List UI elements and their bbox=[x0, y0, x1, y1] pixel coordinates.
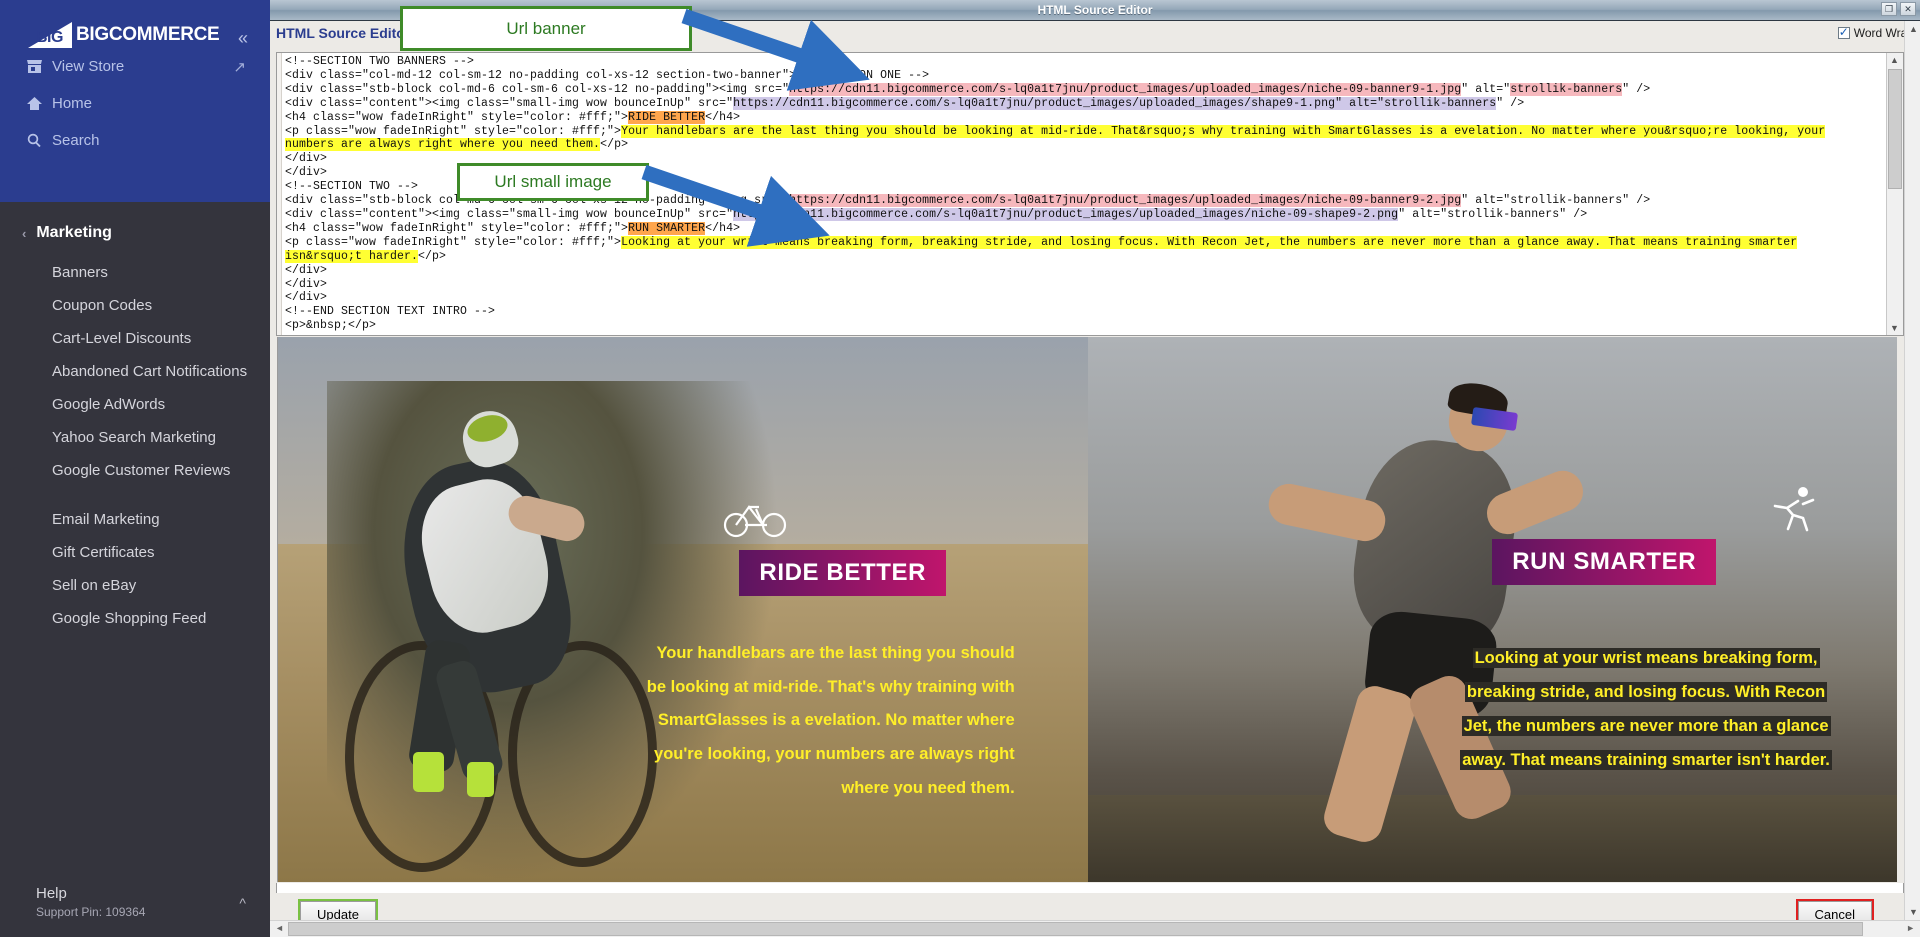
rendered-preview: RIDE BETTER Your handlebars are the last… bbox=[277, 337, 1897, 882]
annotation-url-banner-label: Url banner bbox=[506, 18, 586, 38]
help-panel[interactable]: Help Support Pin: 109364 ^ bbox=[0, 871, 270, 937]
annotation-url-small-image-label: Url small image bbox=[494, 172, 612, 191]
chevron-left-icon: ‹ bbox=[22, 225, 27, 241]
help-title: Help bbox=[36, 885, 67, 902]
hscroll-thumb[interactable] bbox=[288, 922, 1863, 936]
sidebar-item-search[interactable]: Search bbox=[0, 122, 270, 159]
annotation-arrow-banner bbox=[680, 8, 880, 91]
close-button[interactable]: ✕ bbox=[1900, 2, 1916, 16]
external-link-icon: ↗ bbox=[233, 58, 246, 76]
sidebar-item-email-marketing[interactable]: Email Marketing bbox=[0, 503, 270, 536]
preview-left-line-2: be looking at mid-ride. That's why train… bbox=[646, 677, 1015, 696]
store-icon bbox=[26, 59, 52, 74]
sidebar: BIG BIGCOMMERCE « View Store ↗ Home Sear… bbox=[0, 0, 270, 937]
brand-logo[interactable]: BIG BIGCOMMERCE bbox=[0, 0, 270, 48]
sidebar-item-abandoned-cart-notifications[interactable]: Abandoned Cart Notifications bbox=[0, 355, 270, 388]
cyclist-sock-front bbox=[412, 751, 445, 792]
annotation-arrow-small-image bbox=[640, 164, 840, 247]
editor-gutter bbox=[277, 53, 282, 335]
word-wrap-checkbox[interactable] bbox=[1837, 25, 1850, 39]
badge-ride-better: RIDE BETTER bbox=[739, 549, 947, 596]
preview-right-line-1: Looking at your wrist means breaking for… bbox=[1472, 648, 1820, 669]
sidebar-collapse-icon[interactable]: « bbox=[238, 28, 248, 49]
window-scroll-up-arrow[interactable]: ▲ bbox=[1909, 24, 1918, 34]
support-pin: Support Pin: 109364 bbox=[36, 905, 146, 919]
chevron-up-icon[interactable]: ^ bbox=[239, 895, 246, 911]
cyclist-sock-back bbox=[467, 761, 495, 797]
bicycle-icon bbox=[723, 495, 787, 549]
sidebar-item-home[interactable]: Home bbox=[0, 85, 270, 122]
cyclist-figure bbox=[326, 380, 780, 882]
sidebar-item-yahoo-search-marketing[interactable]: Yahoo Search Marketing bbox=[0, 421, 270, 454]
preview-right-line-2: breaking stride, and losing focus. With … bbox=[1464, 682, 1828, 702]
code-vertical-scrollbar[interactable]: ▲ ▼ bbox=[1886, 53, 1903, 335]
sidebar-item-sell-on-ebay[interactable]: Sell on eBay bbox=[0, 569, 270, 602]
word-wrap-toggle[interactable]: Word Wrap bbox=[1837, 25, 1914, 40]
html-source-editor-window: HTML Source Editor ❐ ✕ HTML Source Edito… bbox=[270, 0, 1920, 937]
scroll-down-arrow[interactable]: ▼ bbox=[1890, 323, 1899, 333]
window-scroll-down-arrow[interactable]: ▼ bbox=[1909, 907, 1918, 917]
scroll-up-arrow[interactable]: ▲ bbox=[1890, 55, 1899, 65]
runner-figure bbox=[1249, 359, 1702, 871]
sidebar-divider bbox=[0, 487, 270, 503]
sidebar-item-gift-certificates[interactable]: Gift Certificates bbox=[0, 536, 270, 569]
preview-left-line-3: SmartGlasses is a evelation. No matter w… bbox=[657, 711, 1015, 730]
sidebar-section-title: Marketing bbox=[36, 224, 112, 241]
sidebar-item-view-store[interactable]: View Store ↗ bbox=[0, 48, 270, 85]
preview-right-line-3: Jet, the numbers are never more than a g… bbox=[1461, 715, 1831, 736]
badge-run-smarter: RUN SMARTER bbox=[1492, 538, 1717, 585]
restore-button[interactable]: ❐ bbox=[1881, 2, 1897, 16]
sidebar-item-google-shopping-feed[interactable]: Google Shopping Feed bbox=[0, 602, 270, 635]
editor-label: HTML Source Editor bbox=[276, 25, 411, 41]
hscroll-right-arrow[interactable]: ► bbox=[1906, 923, 1915, 933]
sidebar-label-home: Home bbox=[52, 95, 93, 112]
logo-big-text: BIG bbox=[36, 29, 63, 46]
window-horizontal-scrollbar[interactable]: ◄ ► bbox=[270, 920, 1920, 937]
runner-leg-front bbox=[1320, 681, 1420, 846]
bigcommerce-logo-icon: BIG bbox=[28, 22, 72, 48]
sidebar-item-google-adwords[interactable]: Google AdWords bbox=[0, 388, 270, 421]
sidebar-label-search: Search bbox=[52, 132, 100, 149]
home-icon bbox=[26, 96, 52, 111]
annotation-url-banner: Url banner bbox=[400, 6, 692, 51]
annotation-url-small-image: Url small image bbox=[457, 163, 649, 201]
window-controls: ❐ ✕ bbox=[1881, 2, 1916, 16]
preview-banner-left: RIDE BETTER Your handlebars are the last… bbox=[278, 337, 1088, 882]
window-vertical-scrollbar[interactable]: ▲ ▼ bbox=[1904, 21, 1920, 920]
sidebar-section-header[interactable]: ‹ Marketing bbox=[0, 224, 270, 242]
sidebar-item-banners[interactable]: Banners bbox=[0, 256, 270, 289]
preview-right-line-4: away. That means training smarter isn't … bbox=[1460, 749, 1832, 770]
sidebar-item-coupon-codes[interactable]: Coupon Codes bbox=[0, 289, 270, 322]
sidebar-label-view-store: View Store bbox=[52, 58, 125, 75]
sidebar-section-marketing: ‹ Marketing Banners Coupon Codes Cart-Le… bbox=[0, 202, 270, 643]
preview-left-text: Your handlebars are the last thing you s… bbox=[626, 637, 1015, 806]
preview-left-line-4: you're looking, your numbers are always … bbox=[654, 745, 1015, 764]
preview-left-line-1: Your handlebars are the last thing you s… bbox=[656, 643, 1015, 662]
preview-banner-right: RUN SMARTER Looking at your wrist means … bbox=[1087, 337, 1897, 882]
sidebar-item-google-customer-reviews[interactable]: Google Customer Reviews bbox=[0, 454, 270, 487]
sidebar-top: BIG BIGCOMMERCE « View Store ↗ Home Sear… bbox=[0, 0, 270, 202]
preview-left-line-5: where you need them. bbox=[841, 779, 1015, 797]
search-icon bbox=[26, 133, 52, 148]
sidebar-item-cart-level-discounts[interactable]: Cart-Level Discounts bbox=[0, 322, 270, 355]
preview-right-text: Looking at your wrist means breaking for… bbox=[1436, 642, 1857, 777]
hscroll-left-arrow[interactable]: ◄ bbox=[275, 923, 284, 933]
code-scroll-thumb[interactable] bbox=[1888, 69, 1902, 189]
